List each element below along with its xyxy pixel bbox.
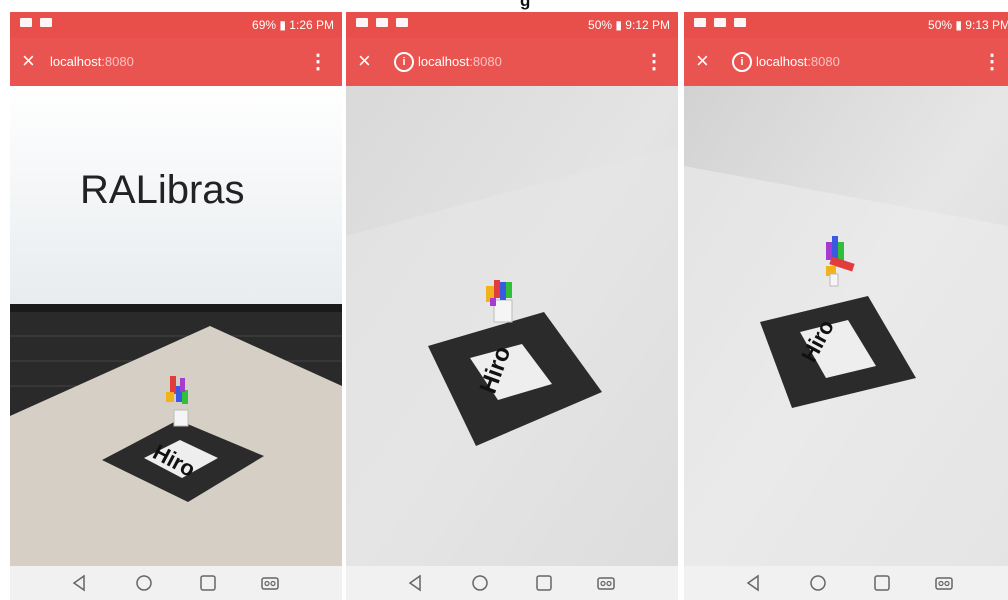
hand-finger-blue (500, 282, 506, 300)
recents-icon[interactable] (198, 573, 218, 593)
camera-scene (684, 86, 1008, 566)
video-icon (694, 18, 706, 27)
home-icon[interactable] (808, 573, 828, 593)
recents-icon[interactable] (872, 573, 892, 593)
caption-strip: g (0, 0, 1008, 12)
url-port: :8080 (101, 54, 134, 69)
url-port: :8080 (469, 54, 502, 69)
vr-icon (396, 18, 408, 27)
phone-screen-2: 50% ▮ 9:12 PM × i localhost:8080 ⋮ Hiro (346, 12, 678, 600)
status-text: 69% ▮ 1:26 PM (252, 18, 334, 32)
hand-finger-red (494, 280, 500, 298)
status-bar: 69% ▮ 1:26 PM (10, 12, 342, 38)
browser-toolbar: × i localhost:8080 ⋮ (684, 38, 1008, 86)
phone-screen-1: 69% ▮ 1:26 PM × localhost:8080 ⋮ Hiro RA… (10, 12, 342, 600)
url-bar[interactable]: localhost:8080 (50, 54, 134, 69)
hand-finger-purple (490, 298, 496, 306)
hand-base (493, 299, 513, 323)
url-bar[interactable]: localhost:8080 (418, 54, 502, 69)
switch-app-icon[interactable] (596, 573, 616, 593)
back-icon[interactable] (70, 573, 90, 593)
status-text: 50% ▮ 9:12 PM (588, 18, 670, 32)
overflow-menu-icon[interactable]: ⋮ (644, 52, 664, 72)
ar-camera-view: Hiro (346, 86, 678, 566)
url-bar[interactable]: localhost:8080 (756, 54, 840, 69)
overflow-menu-icon[interactable]: ⋮ (982, 52, 1002, 72)
laptop-text: RALibras (80, 168, 245, 212)
hand-finger-green (182, 390, 188, 404)
phone-screen-3: 50% ▮ 9:13 PM × i localhost:8080 ⋮ Hiro (684, 12, 1008, 600)
hand-thumb-yellow (166, 392, 174, 402)
camera-scene (346, 86, 678, 566)
image-icon (714, 18, 726, 27)
recents-icon[interactable] (534, 573, 554, 593)
close-icon[interactable]: × (696, 48, 709, 74)
overflow-menu-icon[interactable]: ⋮ (308, 52, 328, 72)
hand-finger-red (170, 376, 176, 394)
info-icon[interactable]: i (732, 52, 752, 72)
browser-toolbar: × localhost:8080 ⋮ (10, 38, 342, 86)
caption-fragment: g (520, 0, 531, 10)
hand-finger-purple (826, 242, 832, 260)
vr-icon (734, 18, 746, 27)
back-icon[interactable] (406, 573, 426, 593)
hand-finger-blue (832, 236, 838, 260)
browser-toolbar: × i localhost:8080 ⋮ (346, 38, 678, 86)
url-host: localhost (50, 54, 102, 69)
url-port: :8080 (807, 54, 840, 69)
close-icon[interactable]: × (22, 48, 35, 74)
switch-app-icon[interactable] (934, 573, 954, 593)
back-icon[interactable] (744, 573, 764, 593)
video-icon (20, 18, 32, 27)
home-icon[interactable] (134, 573, 154, 593)
nav-bar (10, 566, 342, 600)
status-text: 50% ▮ 9:13 PM (928, 18, 1008, 32)
home-icon[interactable] (470, 573, 490, 593)
ar-camera-view: Hiro RALibras (10, 86, 342, 566)
close-icon[interactable]: × (358, 48, 371, 74)
nav-bar (346, 566, 678, 600)
status-bar: 50% ▮ 9:12 PM (346, 12, 678, 38)
status-bar: 50% ▮ 9:13 PM (684, 12, 1008, 38)
camera-scene (10, 86, 342, 566)
image-icon (376, 18, 388, 27)
info-icon[interactable]: i (394, 52, 414, 72)
nav-bar (684, 566, 1008, 600)
hand-base (173, 409, 189, 427)
url-host: localhost (418, 54, 470, 69)
ar-camera-view: Hiro (684, 86, 1008, 566)
switch-app-icon[interactable] (260, 573, 280, 593)
hand-finger-green (506, 282, 512, 298)
hand-finger-purple (180, 378, 185, 392)
hand-base (829, 273, 839, 287)
laptop-bezel (10, 304, 342, 312)
video-icon (356, 18, 368, 27)
url-host: localhost (756, 54, 808, 69)
image-icon (40, 18, 52, 27)
